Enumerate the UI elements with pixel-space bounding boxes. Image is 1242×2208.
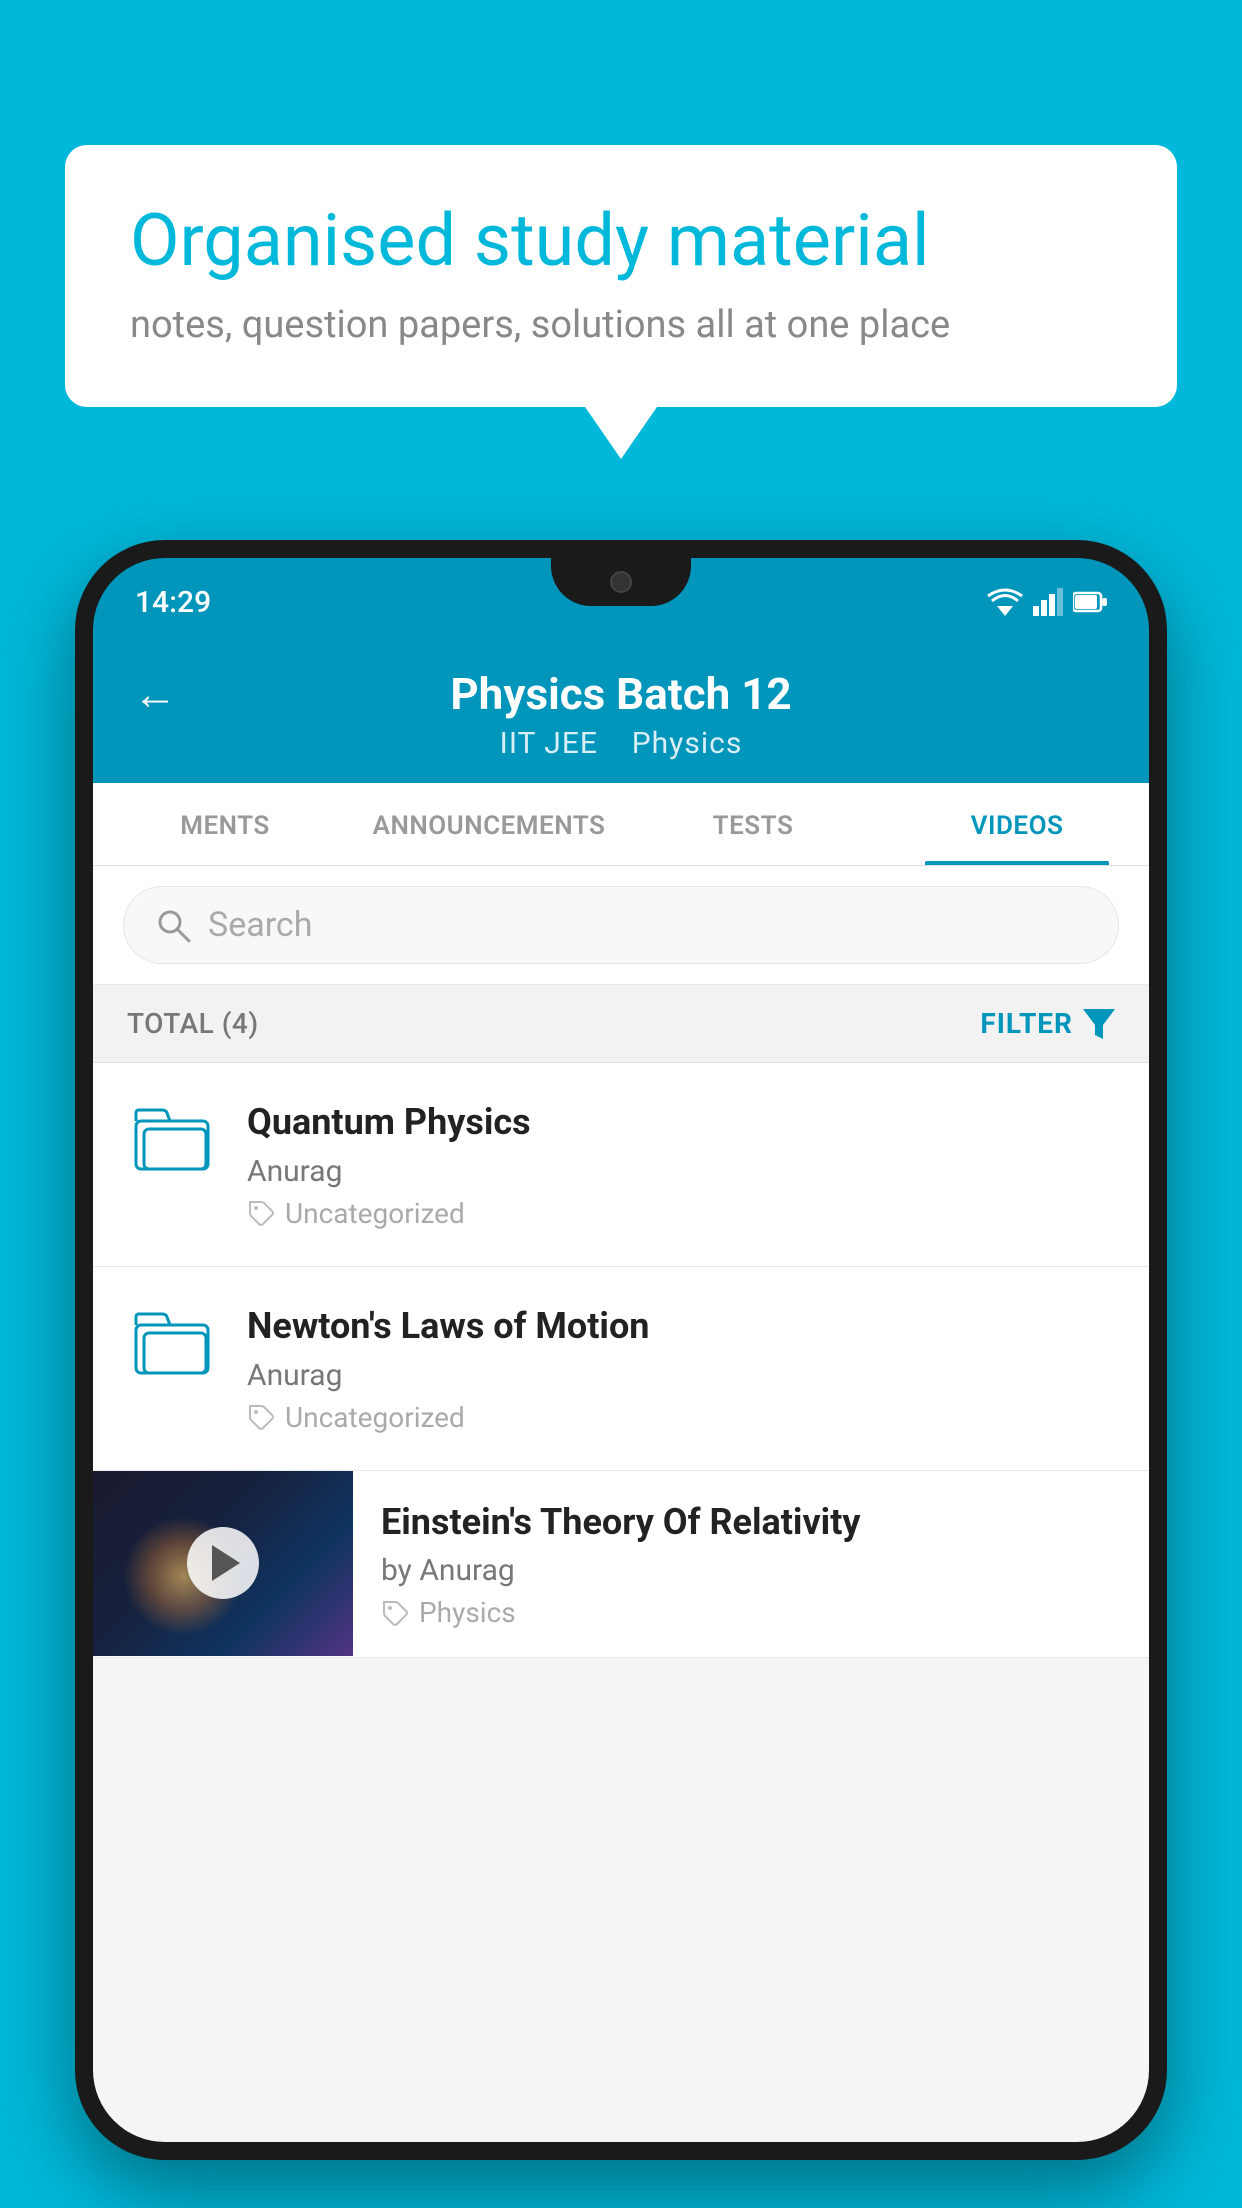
- filter-icon: [1083, 1009, 1115, 1039]
- tab-announcements[interactable]: ANNOUNCEMENTS: [357, 783, 621, 865]
- video-author-3: by Anurag: [381, 1553, 1121, 1588]
- bubble-title: Organised study material: [130, 200, 1112, 283]
- tab-ments[interactable]: MENTS: [93, 783, 357, 865]
- status-bar: 14:29: [93, 558, 1149, 646]
- video-tag-1: Uncategorized: [247, 1197, 1115, 1230]
- video-title-3: Einstein's Theory Of Relativity: [381, 1499, 1121, 1546]
- signal-icon: [1033, 588, 1063, 616]
- camera-dot: [610, 571, 632, 593]
- video-info-3: Einstein's Theory Of Relativity by Anura…: [353, 1471, 1149, 1658]
- speech-bubble-section: Organised study material notes, question…: [65, 145, 1177, 407]
- filter-bar: TOTAL (4) FILTER: [93, 985, 1149, 1063]
- tag-physics: Physics: [632, 726, 743, 761]
- video-list: Quantum Physics Anurag Uncategorized: [93, 1063, 1149, 1658]
- phone-screen: ← Physics Batch 12 IIT JEE Physics MENTS…: [93, 646, 1149, 2142]
- video-info-1: Quantum Physics Anurag Uncategorized: [247, 1099, 1115, 1230]
- back-button[interactable]: ←: [133, 668, 177, 720]
- tag-text-3: Physics: [419, 1596, 516, 1629]
- tag-icon-2: [247, 1403, 275, 1431]
- video-author-1: Anurag: [247, 1154, 1115, 1189]
- tab-videos[interactable]: VIDEOS: [885, 783, 1149, 865]
- video-item-1[interactable]: Quantum Physics Anurag Uncategorized: [93, 1063, 1149, 1267]
- battery-icon: [1073, 591, 1107, 613]
- video-info-2: Newton's Laws of Motion Anurag Uncategor…: [247, 1303, 1115, 1434]
- tag-icon-1: [247, 1199, 275, 1227]
- app-header: ← Physics Batch 12 IIT JEE Physics: [93, 646, 1149, 783]
- phone-outer-frame: 14:29: [75, 540, 1167, 2160]
- batch-title: Physics Batch 12: [450, 668, 791, 720]
- speech-bubble-card: Organised study material notes, question…: [65, 145, 1177, 407]
- video-title-2: Newton's Laws of Motion: [247, 1303, 1115, 1350]
- play-button-3[interactable]: [187, 1527, 259, 1599]
- search-bar-container: Search: [93, 866, 1149, 985]
- video-icon-area-1: [127, 1099, 217, 1171]
- header-subtitle: IIT JEE Physics: [500, 726, 743, 761]
- phone-notch: [551, 558, 691, 606]
- tag-text-2: Uncategorized: [285, 1401, 465, 1434]
- search-bar[interactable]: Search: [123, 886, 1119, 964]
- video-icon-area-2: [127, 1303, 217, 1375]
- filter-label: FILTER: [980, 1007, 1073, 1040]
- video-item-2[interactable]: Newton's Laws of Motion Anurag Uncategor…: [93, 1267, 1149, 1471]
- phone-mockup: 14:29: [75, 540, 1167, 2208]
- video-item-3[interactable]: Einstein's Theory Of Relativity by Anura…: [93, 1471, 1149, 1659]
- filter-button[interactable]: FILTER: [980, 1007, 1115, 1040]
- tabs-bar: MENTS ANNOUNCEMENTS TESTS VIDEOS: [93, 783, 1149, 866]
- header-top: ← Physics Batch 12: [133, 668, 1109, 720]
- wifi-icon: [987, 588, 1023, 616]
- video-thumbnail-3: [93, 1471, 353, 1656]
- video-author-2: Anurag: [247, 1358, 1115, 1393]
- status-time: 14:29: [135, 585, 211, 620]
- tag-text-1: Uncategorized: [285, 1197, 465, 1230]
- tag-iit-jee: IIT JEE: [500, 726, 598, 761]
- tab-tests[interactable]: TESTS: [621, 783, 885, 865]
- folder-icon-2: [134, 1307, 210, 1375]
- video-tag-3: Physics: [381, 1596, 1121, 1629]
- play-triangle-icon: [212, 1545, 240, 1581]
- search-placeholder: Search: [208, 905, 312, 945]
- status-icons: [987, 588, 1107, 616]
- video-title-1: Quantum Physics: [247, 1099, 1115, 1146]
- bubble-subtitle: notes, question papers, solutions all at…: [130, 303, 1112, 347]
- tag-icon-3: [381, 1599, 409, 1627]
- search-icon: [154, 906, 192, 944]
- video-tag-2: Uncategorized: [247, 1401, 1115, 1434]
- total-count: TOTAL (4): [127, 1007, 259, 1040]
- folder-icon-1: [134, 1103, 210, 1171]
